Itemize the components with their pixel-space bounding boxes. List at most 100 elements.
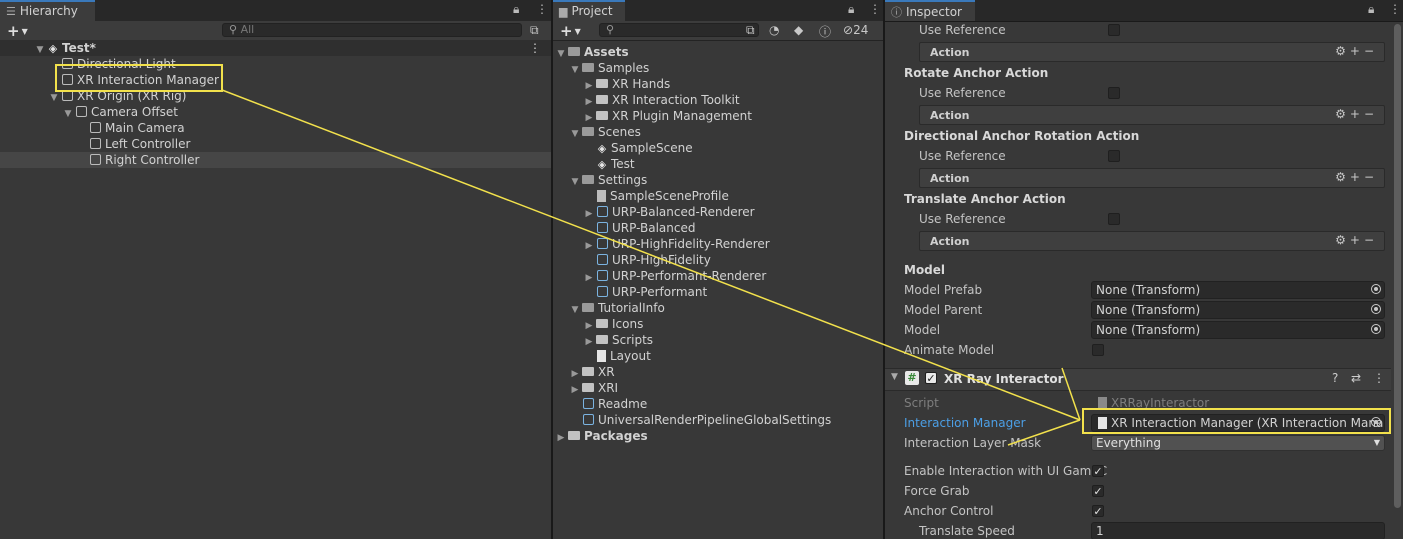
project-item[interactable]: URP-Performant	[553, 284, 883, 300]
more-menu-icon[interactable]: ⋮	[1389, 2, 1401, 16]
project-item[interactable]: Readme	[553, 396, 883, 412]
project-item[interactable]: ▶ URP-Performant-Renderer	[553, 268, 883, 284]
animate-model-checkbox[interactable]	[1092, 344, 1104, 356]
inspector-tab[interactable]: ⓘ Inspector	[885, 0, 975, 21]
project-item[interactable]: ◈ Test	[553, 156, 883, 172]
project-item[interactable]: ▼ Scenes	[553, 124, 883, 140]
asset-icon	[583, 414, 594, 425]
more-menu-icon[interactable]: ⋮	[869, 2, 881, 16]
action-bar[interactable]: Action ⚙+−	[919, 42, 1385, 62]
action-controls-icon[interactable]: ⚙+−	[1335, 44, 1378, 58]
project-item[interactable]: ▶ URP-Balanced-Renderer	[553, 204, 883, 220]
project-item[interactable]: URP-HighFidelity	[553, 252, 883, 268]
hierarchy-item[interactable]: ▼ XR Origin (XR Rig)	[0, 88, 551, 104]
hierarchy-item-label: XR Interaction Manager	[77, 73, 219, 87]
create-button[interactable]: + ▼	[7, 22, 28, 40]
component-menu-icon[interactable]: ⋮	[1373, 371, 1385, 385]
warning-icon[interactable]: ⓘ	[819, 23, 831, 40]
translate-speed-field[interactable]: 1	[1091, 522, 1385, 539]
project-item[interactable]: ▶ Icons	[553, 316, 883, 332]
action-controls-icon[interactable]: ⚙+−	[1335, 233, 1378, 247]
hierarchy-item[interactable]: Left Controller	[0, 136, 551, 152]
action-controls-icon[interactable]: ⚙+−	[1335, 107, 1378, 121]
object-picker-icon[interactable]	[1371, 304, 1381, 314]
gameobject-icon	[90, 122, 101, 133]
label-icon[interactable]: ◆	[794, 23, 803, 37]
hierarchy-search-input[interactable]: ⚲ All	[222, 23, 522, 37]
foldout-arrow-icon[interactable]: ▼	[891, 372, 898, 382]
file-icon	[597, 350, 606, 362]
layer-mask-dropdown[interactable]: Everything ▼	[1091, 435, 1385, 451]
inspector-scrollbar[interactable]	[1394, 24, 1401, 508]
lock-icon[interactable]: 🔒︎	[513, 2, 519, 17]
model-field[interactable]: None (Transform)	[1091, 321, 1385, 339]
component-header[interactable]: ▼ # ✓ XR Ray Interactor ? ⇄ ⋮	[885, 368, 1391, 391]
project-item[interactable]: ▶ Packages	[553, 428, 883, 444]
use-reference-checkbox[interactable]	[1108, 150, 1120, 162]
preset-icon[interactable]: ⇄	[1351, 371, 1361, 385]
action-controls-icon[interactable]: ⚙+−	[1335, 170, 1378, 184]
project-item[interactable]: ▶ URP-HighFidelity-Renderer	[553, 236, 883, 252]
project-item[interactable]: Layout	[553, 348, 883, 364]
lock-icon[interactable]: 🔒︎	[848, 2, 854, 17]
hierarchy-item[interactable]: Main Camera	[0, 120, 551, 136]
hierarchy-tab[interactable]: ☰ Hierarchy	[0, 0, 95, 21]
filter-type-icon[interactable]: ◔	[769, 23, 779, 37]
scene-row[interactable]: ▼ ◈ Test* ⋮	[0, 40, 551, 56]
hierarchy-item[interactable]: ▼ Camera Offset	[0, 104, 551, 120]
project-item[interactable]: SampleSceneProfile	[553, 188, 883, 204]
more-menu-icon[interactable]: ⋮	[536, 2, 548, 16]
help-icon[interactable]: ?	[1332, 371, 1338, 385]
asset-icon	[597, 206, 608, 217]
hierarchy-item[interactable]: Directional Light	[0, 56, 551, 72]
search-options-icon[interactable]: ⧉	[746, 23, 755, 38]
use-reference-checkbox[interactable]	[1108, 87, 1120, 99]
asset-icon	[597, 238, 608, 249]
enable-ui-checkbox[interactable]: ✓	[1092, 465, 1104, 477]
script-label: Script	[904, 396, 939, 410]
interaction-manager-field[interactable]: XR Interaction Manager (XR Interaction M…	[1091, 414, 1385, 432]
project-item[interactable]: ▶ XRI	[553, 380, 883, 396]
project-item[interactable]: UniversalRenderPipelineGlobalSettings	[553, 412, 883, 428]
hierarchy-item[interactable]: Right Controller	[0, 152, 551, 168]
action-label: Action	[930, 109, 970, 122]
project-item[interactable]: ▼ Assets	[553, 44, 883, 60]
model-prefab-field[interactable]: None (Transform)	[1091, 281, 1385, 299]
hierarchy-item-label: Camera Offset	[91, 105, 178, 119]
object-picker-icon[interactable]	[1371, 324, 1381, 334]
project-item[interactable]: ▶ XR Hands	[553, 76, 883, 92]
force-grab-checkbox[interactable]: ✓	[1092, 485, 1104, 497]
anchor-control-label: Anchor Control	[904, 504, 994, 518]
action-bar[interactable]: Action ⚙+−	[919, 231, 1385, 251]
use-reference-checkbox[interactable]	[1108, 213, 1120, 225]
anchor-control-checkbox[interactable]: ✓	[1092, 505, 1104, 517]
component-enabled-checkbox[interactable]: ✓	[925, 372, 937, 384]
use-reference-checkbox[interactable]	[1108, 24, 1120, 36]
project-tab[interactable]: ▆ Project	[553, 0, 625, 21]
lock-icon[interactable]: 🔒︎	[1368, 2, 1374, 17]
scene-menu-icon[interactable]: ⋮	[529, 40, 541, 56]
project-item[interactable]: ▼ Samples	[553, 60, 883, 76]
script-value: XRRayInteractor	[1111, 396, 1210, 410]
project-item[interactable]: ▼ TutorialInfo	[553, 300, 883, 316]
project-item[interactable]: ▶ XR Interaction Toolkit	[553, 92, 883, 108]
object-picker-icon[interactable]	[1371, 284, 1381, 294]
action-bar[interactable]: Action ⚙+−	[919, 105, 1385, 125]
object-picker-icon[interactable]	[1371, 417, 1381, 427]
create-button[interactable]: + ▼	[560, 22, 581, 40]
project-item[interactable]: ◈ SampleScene	[553, 140, 883, 156]
hierarchy-item[interactable]: XR Interaction Manager	[0, 72, 551, 88]
project-item[interactable]: ▶ Scripts	[553, 332, 883, 348]
folder-tab-icon: ▆	[559, 5, 568, 18]
project-item[interactable]: ▼ Settings	[553, 172, 883, 188]
project-item[interactable]: ▶ XR	[553, 364, 883, 380]
action-bar[interactable]: Action ⚙+−	[919, 168, 1385, 188]
project-search-input[interactable]: ⚲	[599, 23, 759, 37]
project-item[interactable]: ▶ XR Plugin Management	[553, 108, 883, 124]
model-parent-field[interactable]: None (Transform)	[1091, 301, 1385, 319]
search-type-icon[interactable]: ⧉	[530, 23, 539, 38]
expand-arrow-icon[interactable]: ▶	[555, 430, 567, 446]
interaction-manager-value: XR Interaction Manager (XR Interaction M…	[1111, 416, 1385, 430]
hidden-packages-icon[interactable]: ⊘24	[843, 23, 868, 37]
project-item[interactable]: URP-Balanced	[553, 220, 883, 236]
